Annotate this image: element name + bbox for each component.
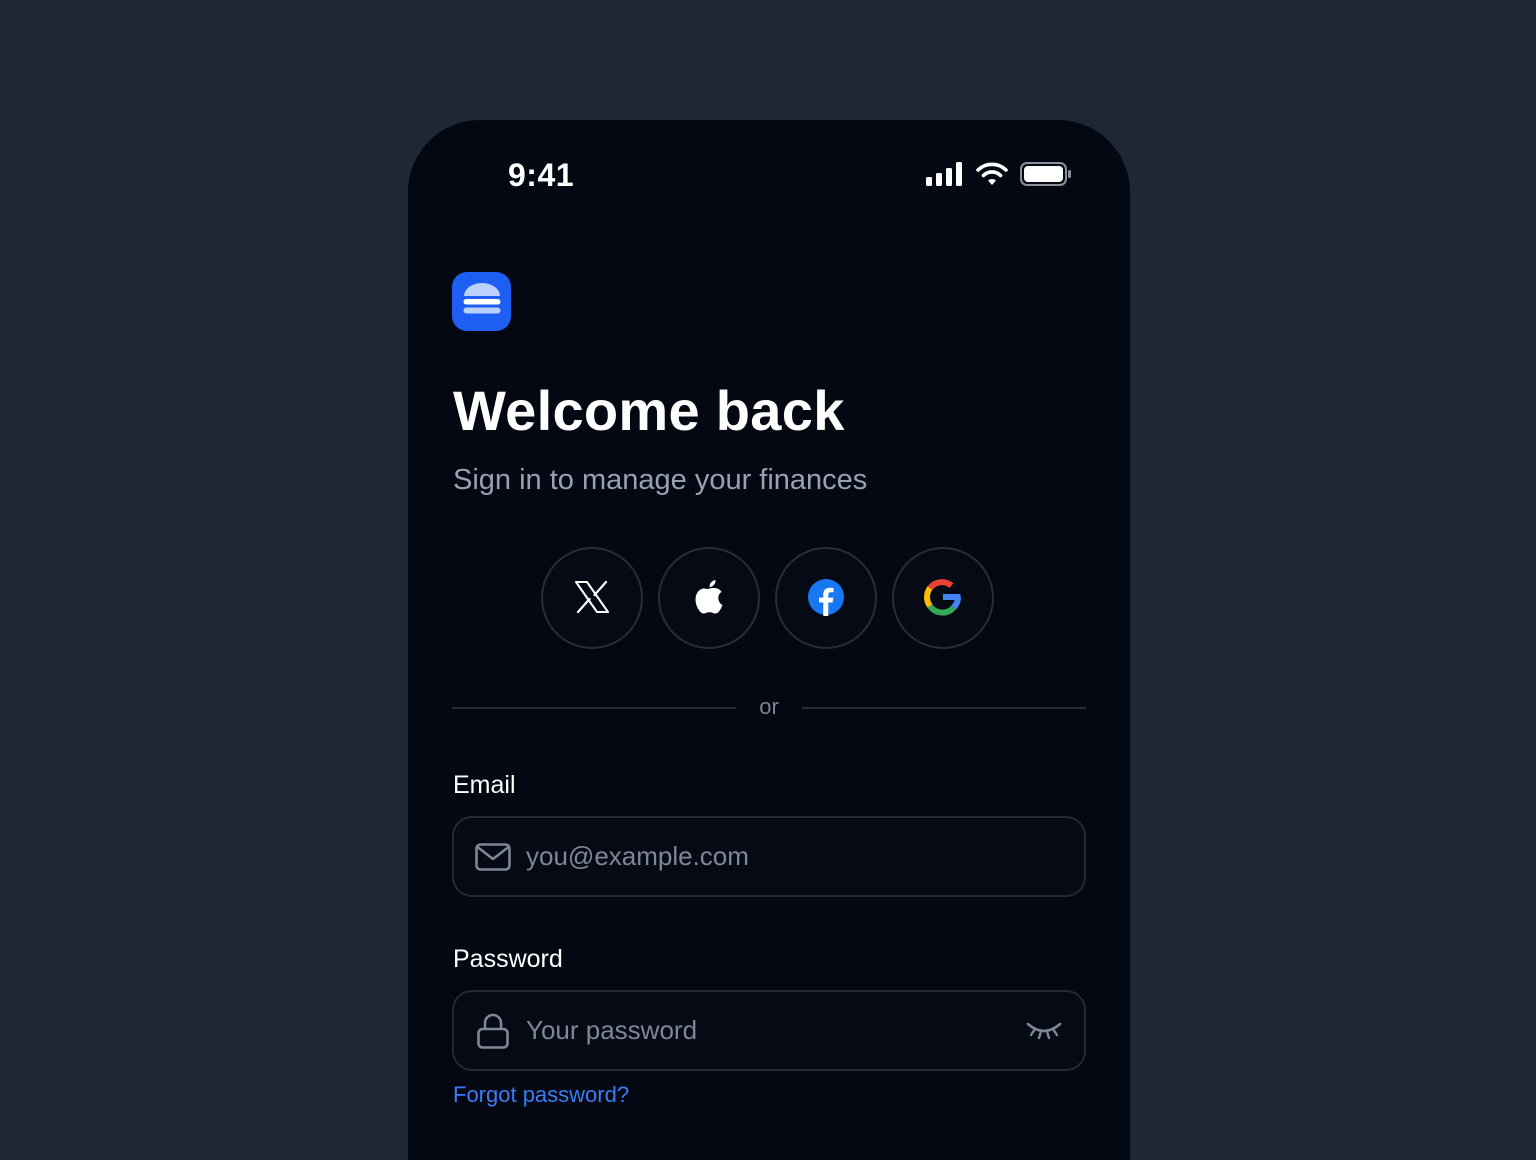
password-field-container bbox=[452, 990, 1086, 1071]
page-title: Welcome back bbox=[453, 379, 845, 442]
eye-closed-icon[interactable] bbox=[1024, 1020, 1064, 1042]
phone-screen: 9:41 Welcome back Sign in to manage your… bbox=[408, 120, 1130, 1160]
divider-line-right bbox=[802, 707, 1086, 709]
page-subtitle: Sign in to manage your finances bbox=[453, 464, 868, 496]
x-logo-icon bbox=[575, 580, 609, 616]
or-divider: or bbox=[452, 692, 1086, 724]
facebook-logo-icon bbox=[807, 578, 845, 619]
email-field-container bbox=[452, 816, 1086, 897]
apple-logo-icon bbox=[694, 579, 724, 618]
stacked-layers-icon bbox=[462, 280, 502, 323]
mail-icon bbox=[474, 842, 512, 871]
facebook-login-button[interactable] bbox=[775, 547, 877, 649]
status-time: 9:41 bbox=[508, 157, 575, 193]
password-label: Password bbox=[453, 945, 563, 973]
x-login-button[interactable] bbox=[541, 547, 643, 649]
wifi-icon bbox=[976, 162, 1008, 191]
lock-icon bbox=[474, 1013, 512, 1049]
google-login-button[interactable] bbox=[892, 547, 994, 649]
email-input[interactable] bbox=[526, 841, 1084, 872]
divider-line-left bbox=[452, 707, 736, 709]
battery-icon bbox=[1020, 162, 1072, 191]
password-input[interactable] bbox=[526, 1015, 1024, 1046]
divider-label: or bbox=[759, 694, 779, 719]
email-label: Email bbox=[453, 771, 516, 799]
cellular-signal-icon bbox=[926, 162, 964, 191]
apple-login-button[interactable] bbox=[658, 547, 760, 649]
social-login-row bbox=[541, 547, 994, 649]
app-logo bbox=[452, 272, 511, 331]
google-logo-icon bbox=[923, 577, 963, 620]
status-icons bbox=[926, 162, 1072, 191]
forgot-password-link[interactable]: Forgot password? bbox=[453, 1082, 629, 1108]
